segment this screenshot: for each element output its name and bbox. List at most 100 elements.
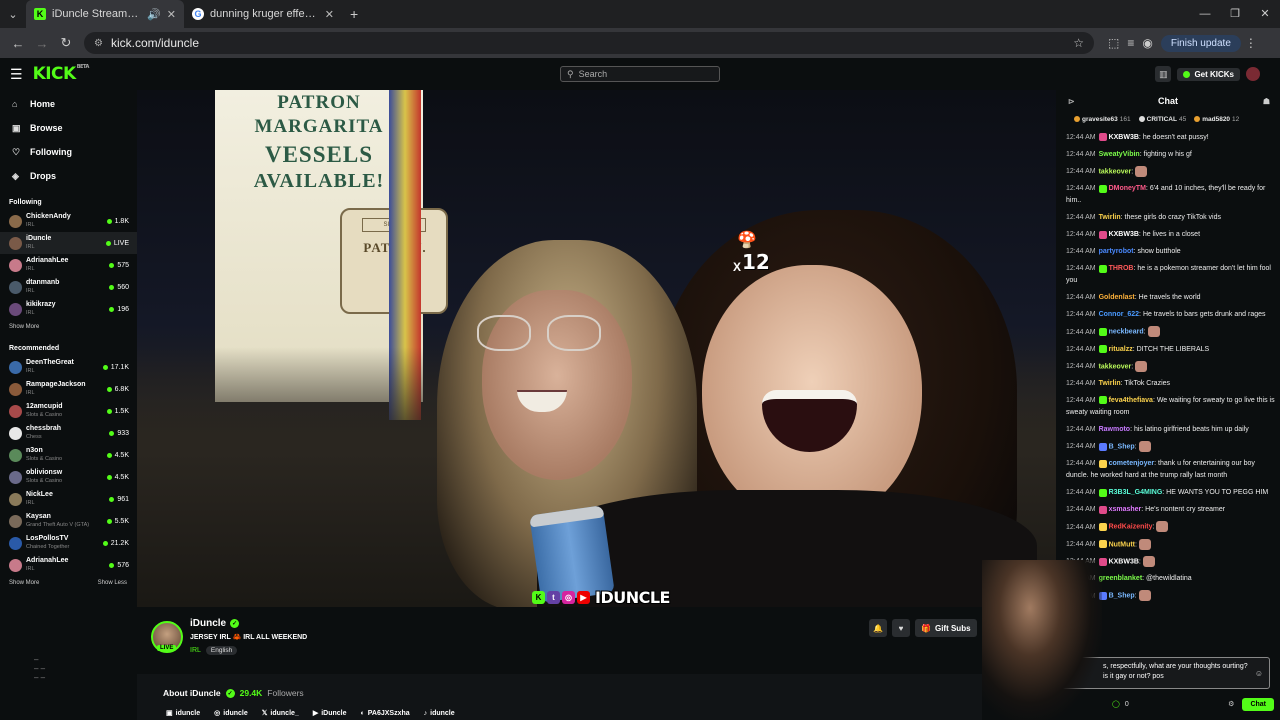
- message-username[interactable]: Connor_622: [1099, 311, 1139, 318]
- finish-update-button[interactable]: Finish update: [1160, 34, 1241, 52]
- chat-message[interactable]: 12:44 AM Connor_622: He travels to bars g…: [1066, 309, 1276, 321]
- channel-item[interactable]: kikikrazy IRL 196: [0, 298, 137, 320]
- message-username[interactable]: DMoneyTM: [1109, 185, 1146, 192]
- nav-home[interactable]: ⌂ Home: [0, 92, 137, 116]
- show-more-following[interactable]: Show More: [0, 320, 137, 334]
- message-username[interactable]: Twirlin: [1099, 380, 1121, 387]
- forward-icon[interactable]: →: [30, 36, 54, 51]
- chat-message[interactable]: 12:44 AM KXBW3B: he lives in a closet: [1066, 229, 1276, 241]
- channel-item[interactable]: Kaysan Grand Theft Auto V (GTA) 5.5K: [0, 510, 137, 532]
- message-username[interactable]: takkeover: [1099, 363, 1132, 370]
- gift-subs-button[interactable]: 🎁 Gift Subs: [915, 619, 977, 637]
- chat-message[interactable]: 12:44 AM Goldenlast: He travels the world: [1066, 292, 1276, 304]
- address-bar[interactable]: ⚙ kick.com/iduncle ☆: [84, 32, 1094, 54]
- emoji-icon[interactable]: ☺: [1255, 669, 1263, 679]
- social-youtube[interactable]: ▶ iDuncle: [313, 709, 347, 718]
- chat-users-icon[interactable]: ☗: [1263, 97, 1270, 106]
- minimize-icon[interactable]: —: [1190, 0, 1220, 28]
- chat-message[interactable]: 12:44 AM NutMutt:: [1066, 538, 1276, 551]
- browser-menu-icon[interactable]: ⋮: [1245, 36, 1257, 50]
- tab-google[interactable]: G dunning kruger effect - Google ✕: [184, 0, 342, 28]
- extensions-icon[interactable]: ⬚: [1108, 36, 1119, 50]
- channel-item[interactable]: chessbrah Chess 933: [0, 422, 137, 444]
- message-username[interactable]: Rawmoto: [1099, 426, 1131, 433]
- message-username[interactable]: KXBW3B: [1109, 231, 1139, 238]
- channel-points[interactable]: ◯ 0: [1112, 700, 1129, 709]
- message-username[interactable]: B_Shep: [1109, 443, 1135, 450]
- tab-search-icon[interactable]: ⌄: [0, 0, 26, 28]
- message-username[interactable]: takkeover: [1099, 168, 1132, 175]
- close-tab-icon[interactable]: ✕: [167, 8, 176, 21]
- chat-message[interactable]: 12:44 AM ritualzz: DITCH THE LIBERALS: [1066, 344, 1276, 356]
- streamer-name[interactable]: iDuncle: [190, 618, 226, 629]
- reload-icon[interactable]: ↻: [54, 35, 78, 51]
- message-username[interactable]: R3B3L_G4MING: [1109, 489, 1163, 496]
- new-tab-icon[interactable]: +: [342, 6, 366, 22]
- gifter-entry[interactable]: mad5820 12: [1194, 116, 1239, 123]
- chat-message[interactable]: 12:44 AM feva4thefiava: We waiting for sw…: [1066, 395, 1276, 419]
- channel-item[interactable]: iDuncle IRL LIVE: [0, 232, 137, 254]
- channel-item[interactable]: n3on Slots & Casino 4.5K: [0, 444, 137, 466]
- chat-message[interactable]: 12:44 AM takkeover:: [1066, 360, 1276, 373]
- get-kicks-button[interactable]: Get KICKs: [1177, 67, 1240, 81]
- message-username[interactable]: KXBW3B: [1109, 558, 1139, 565]
- collapse-chat-icon[interactable]: ⊳: [1068, 97, 1075, 106]
- social-kick[interactable]: ▣ iduncle: [166, 709, 200, 718]
- channel-item[interactable]: oblivionsw Slots & Casino 4.5K: [0, 466, 137, 488]
- message-username[interactable]: THROB: [1109, 265, 1134, 272]
- message-username[interactable]: KXBW3B: [1109, 134, 1139, 141]
- follow-heart-icon[interactable]: ♥: [892, 619, 910, 637]
- nav-following[interactable]: ♡ Following: [0, 140, 137, 164]
- channel-item[interactable]: AdrianahLee IRL 576: [0, 554, 137, 576]
- user-avatar[interactable]: [1246, 67, 1260, 81]
- message-username[interactable]: ritualzz: [1109, 346, 1133, 353]
- message-username[interactable]: partyrobot: [1099, 248, 1134, 255]
- message-username[interactable]: neckbeard: [1109, 329, 1144, 336]
- chat-message[interactable]: 12:44 AM partyrobot: show butthole: [1066, 246, 1276, 258]
- channel-item[interactable]: 12amcupid Slots & Casino 1.5K: [0, 400, 137, 422]
- channel-item[interactable]: AdrianahLee IRL 575: [0, 254, 137, 276]
- chat-message[interactable]: 12:44 AM xsmasher: He's nontent cry strea…: [1066, 504, 1276, 516]
- message-username[interactable]: Twirlin: [1099, 214, 1121, 221]
- chat-message[interactable]: 12:44 AM KXBW3B: he doesn't eat pussy!: [1066, 132, 1276, 144]
- media-icon[interactable]: ≡: [1127, 36, 1134, 50]
- message-username[interactable]: feva4thefiava: [1109, 397, 1153, 404]
- chat-message[interactable]: 12:44 AM Twirlin: TikTok Crazies: [1066, 378, 1276, 390]
- social-tiktok[interactable]: ♪ iduncle: [424, 709, 455, 717]
- message-username[interactable]: NutMutt: [1109, 541, 1135, 548]
- gifter-entry[interactable]: gravesite63 161: [1074, 116, 1131, 123]
- channel-item[interactable]: DeenTheGreat IRL 17.1K: [0, 356, 137, 378]
- chat-message[interactable]: 12:44 AM neckbeard:: [1066, 326, 1276, 338]
- menu-icon[interactable]: ☰: [10, 66, 23, 83]
- show-less-label[interactable]: Show Less: [98, 576, 127, 590]
- library-icon[interactable]: ▥: [1155, 66, 1172, 82]
- message-username[interactable]: SweatyVibin: [1099, 151, 1140, 158]
- message-username[interactable]: Goldenlast: [1099, 294, 1135, 301]
- show-more-recommended[interactable]: Show More Show Less: [0, 576, 137, 590]
- chat-message[interactable]: 12:44 AM cometenjoyer: thank u for entert…: [1066, 458, 1276, 482]
- channel-item[interactable]: LosPollosTV Chained Together 21.2K: [0, 532, 137, 554]
- social-instagram[interactable]: ◎ iduncle: [214, 709, 248, 718]
- show-more-label[interactable]: Show More: [9, 576, 39, 590]
- message-username[interactable]: cometenjoyer: [1109, 460, 1155, 467]
- stream-category[interactable]: IRL: [190, 647, 201, 654]
- close-tab-icon[interactable]: ✕: [325, 8, 334, 21]
- channel-item[interactable]: NickLee IRL 961: [0, 488, 137, 510]
- chat-message[interactable]: 12:44 AM RedKaizenity:: [1066, 521, 1276, 533]
- profile-icon[interactable]: ◉: [1142, 36, 1152, 50]
- language-tag[interactable]: English: [205, 646, 238, 655]
- audio-icon[interactable]: 🔊: [147, 8, 161, 21]
- chat-message[interactable]: 12:44 AM Rawmoto: his latino girlfriend b…: [1066, 424, 1276, 436]
- channel-item[interactable]: ChickenAndy IRL 1.8K: [0, 210, 137, 232]
- message-username[interactable]: xsmasher: [1109, 506, 1142, 513]
- bookmark-star-icon[interactable]: ☆: [1073, 36, 1084, 50]
- social-x[interactable]: 𝕏iduncle_: [262, 709, 299, 718]
- channel-item[interactable]: dtanmanb IRL 560: [0, 276, 137, 298]
- chat-message[interactable]: 12:44 AM takkeover:: [1066, 166, 1276, 178]
- chat-message[interactable]: 12:44 AM SweatyVibin: fighting w his gf: [1066, 149, 1276, 161]
- nav-drops[interactable]: ◈ Drops: [0, 164, 137, 188]
- send-chat-button[interactable]: Chat: [1242, 697, 1274, 711]
- close-window-icon[interactable]: ✕: [1250, 0, 1280, 28]
- site-info-icon[interactable]: ⚙: [94, 38, 103, 49]
- maximize-icon[interactable]: ❐: [1220, 0, 1250, 28]
